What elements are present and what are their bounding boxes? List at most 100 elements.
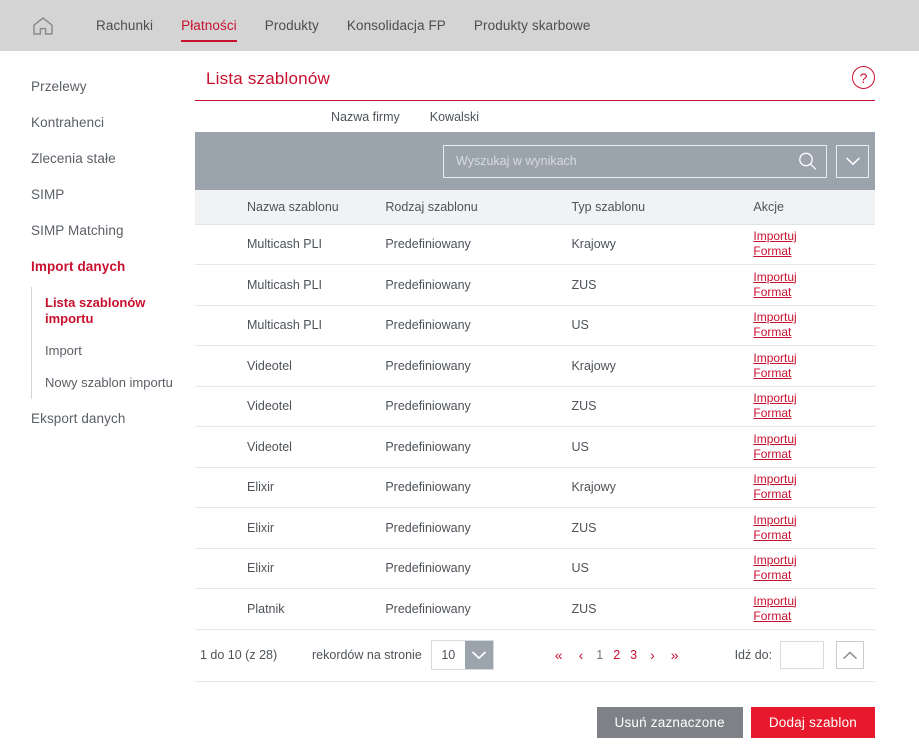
column-header-typ-szablonu: Typ szablonu	[571, 190, 754, 225]
format-link[interactable]: Format	[753, 366, 869, 381]
sidebar-item-label: SIMP	[31, 187, 65, 202]
column-header-nazwa-szablonu: Nazwa szablonu	[195, 190, 386, 225]
magnifier-icon[interactable]	[798, 152, 817, 171]
import-link[interactable]: Importuj	[753, 472, 869, 487]
format-link[interactable]: Format	[753, 244, 869, 259]
sidebar-subitem-label: Lista szablonów importu	[45, 295, 146, 326]
records-per-page-select[interactable]: 10	[430, 640, 494, 670]
format-link[interactable]: Format	[753, 609, 869, 624]
nav-item-list: Rachunki Płatności Produkty Konsolidacja…	[82, 0, 604, 51]
add-template-button[interactable]: Dodaj szablon	[750, 706, 875, 738]
nav-item-produkty-skarbowe[interactable]: Produkty skarbowe	[460, 0, 605, 51]
filter-expand-button[interactable]	[836, 144, 869, 178]
format-link[interactable]: Format	[753, 487, 869, 502]
prev-page-button[interactable]: ‹	[571, 648, 592, 662]
cell-template-type: ZUS	[571, 386, 754, 427]
cell-template-name: Multicash PLI	[195, 264, 386, 306]
first-page-button[interactable]: «	[547, 648, 571, 662]
cell-template-type: US	[571, 548, 754, 589]
goto-page-label: Idź do:	[734, 648, 773, 662]
format-link[interactable]: Format	[753, 568, 869, 583]
sidebar-item-kontrahenci[interactable]: Kontrahenci	[0, 105, 195, 141]
import-link[interactable]: Importuj	[753, 229, 869, 244]
sidebar-item-przelewy[interactable]: Przelewy	[0, 69, 195, 105]
delete-selected-button[interactable]: Usuń zaznaczone	[596, 706, 743, 738]
search-toolbar	[195, 132, 875, 190]
table-row[interactable]: Multicash PLI Predefiniowany Krajowy Imp…	[195, 224, 875, 265]
import-link[interactable]: Importuj	[753, 391, 869, 406]
format-link[interactable]: Format	[753, 325, 869, 340]
sidebar-item-import-danych[interactable]: Import danych	[0, 249, 195, 285]
table-row[interactable]: Videotel Predefiniowany ZUS Importuj For…	[195, 386, 875, 427]
pagination-bar: 1 do 10 (z 28) rekordów na stronie 10 « …	[195, 629, 875, 682]
cell-template-kind: Predefiniowany	[385, 386, 572, 427]
import-link[interactable]: Importuj	[753, 553, 869, 568]
sidebar-item-label: Przelewy	[31, 79, 87, 94]
cell-actions: Importuj Format	[753, 305, 875, 346]
column-header-rodzaj-szablonu: Rodzaj szablonu	[385, 190, 572, 225]
cell-actions: Importuj Format	[753, 548, 875, 589]
format-link[interactable]: Format	[753, 406, 869, 421]
cell-template-name: Elixir	[195, 467, 386, 508]
cell-actions: Importuj Format	[753, 386, 875, 427]
format-link[interactable]: Format	[753, 528, 869, 543]
table-row[interactable]: Multicash PLI Predefiniowany US Importuj…	[195, 305, 875, 346]
cell-template-kind: Predefiniowany	[385, 305, 572, 346]
table-row[interactable]: Elixir Predefiniowany ZUS Importuj Forma…	[195, 507, 875, 549]
templates-table: Nazwa szablonu Rodzaj szablonu Typ szabl…	[195, 190, 875, 630]
nav-item-konsolidacja-fp[interactable]: Konsolidacja FP	[333, 0, 460, 51]
page-navigation: « ‹ 1 2 3 › »	[547, 648, 687, 662]
chevron-down-icon	[464, 641, 493, 669]
table-row[interactable]: Elixir Predefiniowany US Importuj Format	[195, 548, 875, 589]
next-page-button[interactable]: ›	[642, 648, 663, 662]
search-input[interactable]	[444, 145, 826, 177]
cell-template-name: Elixir	[195, 548, 386, 589]
sidebar-item-zlecenia-stale[interactable]: Zlecenia stałe	[0, 141, 195, 177]
page-number-1[interactable]: 1	[591, 648, 608, 662]
help-icon[interactable]: ?	[852, 66, 875, 89]
chevron-up-icon[interactable]	[836, 641, 865, 669]
sidebar-item-label: Eksport danych	[31, 411, 126, 426]
table-row[interactable]: Platnik Predefiniowany ZUS Importuj Form…	[195, 588, 875, 630]
company-info-row: Nazwa firmy Kowalski	[195, 101, 875, 132]
cell-template-name: Multicash PLI	[195, 305, 386, 346]
nav-item-produkty[interactable]: Produkty	[251, 0, 333, 51]
import-link[interactable]: Importuj	[753, 432, 869, 447]
sidebar-subitem-nowy-szablon-importu[interactable]: Nowy szablon importu	[32, 367, 182, 399]
nav-item-label: Produkty	[264, 18, 319, 33]
last-page-button[interactable]: »	[663, 648, 687, 662]
cell-actions: Importuj Format	[753, 224, 875, 265]
top-navigation-bar: Rachunki Płatności Produkty Konsolidacja…	[0, 0, 919, 51]
cell-template-name: Multicash PLI	[195, 224, 386, 265]
cell-template-name: Videotel	[195, 426, 386, 468]
sidebar-item-eksport-danych[interactable]: Eksport danych	[0, 401, 195, 437]
sidebar-item-label: Import danych	[31, 259, 126, 274]
import-link[interactable]: Importuj	[753, 513, 869, 528]
nav-item-label: Płatności	[181, 18, 237, 33]
import-link[interactable]: Importuj	[753, 351, 869, 366]
sidebar-item-label: Kontrahenci	[31, 115, 105, 130]
cell-template-kind: Predefiniowany	[385, 467, 572, 508]
nav-item-rachunki[interactable]: Rachunki	[82, 0, 167, 51]
import-link[interactable]: Importuj	[753, 310, 869, 325]
column-header-akcje: Akcje	[753, 190, 875, 225]
table-row[interactable]: Videotel Predefiniowany Krajowy Importuj…	[195, 345, 875, 387]
nav-item-platnosci[interactable]: Płatności	[167, 0, 251, 51]
cell-template-type: ZUS	[571, 507, 754, 549]
page-number-3[interactable]: 3	[625, 648, 642, 662]
format-link[interactable]: Format	[753, 285, 869, 300]
goto-page-input[interactable]	[780, 641, 825, 669]
sidebar-item-simp-matching[interactable]: SIMP Matching	[0, 213, 195, 249]
table-row[interactable]: Videotel Predefiniowany US Importuj Form…	[195, 426, 875, 468]
home-icon[interactable]	[26, 9, 60, 43]
import-link[interactable]: Importuj	[753, 270, 869, 285]
company-name-label: Nazwa firmy	[331, 109, 400, 124]
page-number-2[interactable]: 2	[608, 648, 625, 662]
format-link[interactable]: Format	[753, 447, 869, 462]
import-link[interactable]: Importuj	[753, 594, 869, 609]
sidebar-item-simp[interactable]: SIMP	[0, 177, 195, 213]
sidebar-subitem-lista-szablonow-importu[interactable]: Lista szablonów importu	[32, 287, 182, 335]
table-row[interactable]: Multicash PLI Predefiniowany ZUS Importu…	[195, 264, 875, 306]
sidebar-subitem-import[interactable]: Import	[32, 335, 182, 367]
table-row[interactable]: Elixir Predefiniowany Krajowy Importuj F…	[195, 467, 875, 508]
